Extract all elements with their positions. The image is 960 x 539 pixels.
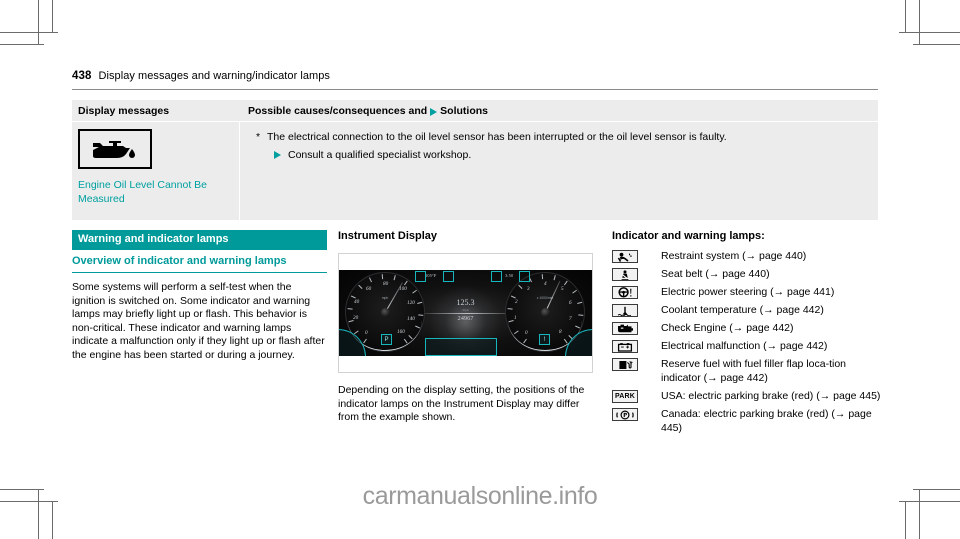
speedo-tick-60: 60 — [366, 286, 372, 292]
table-header-row: Display messages Possible causes/consequ… — [72, 100, 878, 122]
list-item: Check Engine (→ page 442) — [612, 321, 882, 335]
coolant-temperature-icon — [612, 304, 638, 317]
solution-text: Consult a qualified specialist workshop. — [288, 149, 472, 161]
park-brake-canada-icon — [612, 408, 638, 421]
left-column: Warning and indicator lamps Overview of … — [72, 230, 327, 363]
park-brake-usa-label: PARK — [614, 393, 636, 400]
list-item-label: Check Engine (→ page 442) — [661, 322, 794, 334]
crop-mark-top-right — [919, 0, 920, 44]
list-item-label: Electric power steering (→ page 441) — [661, 286, 835, 298]
callout-box-bottom-center — [425, 338, 497, 356]
electrical-malfunction-icon — [612, 340, 638, 353]
speedometer-hub — [380, 307, 390, 317]
cluster-lamp-chip-left: P — [381, 334, 392, 345]
cluster-lamp-chip-left-label: P — [384, 336, 389, 343]
outside-temperature-text: 105°F — [425, 273, 437, 278]
crop-mark-top-right-h — [913, 44, 960, 45]
engine-oil-can-icon — [78, 129, 152, 169]
instrument-cluster-figure: 0 20 40 60 80 100 120 140 160 mph 0 1 2 … — [338, 253, 593, 373]
list-item-label: USA: electric parking brake (red) (→ pag… — [661, 390, 881, 402]
crop-mark-top-left-v2 — [52, 0, 53, 32]
speedo-tick-40: 40 — [354, 299, 360, 305]
list-item-label: Coolant temperature (→ page 442) — [661, 304, 824, 316]
crop-mark-top-left-h2 — [0, 32, 58, 33]
list-item: Reserve fuel with fuel filler flap loca-… — [612, 357, 882, 385]
tacho-tick-6: 6 — [569, 300, 572, 306]
header-divider — [72, 89, 878, 90]
solutions-triangle-icon — [430, 107, 438, 116]
list-item: Electric power steering (→ page 441) — [612, 285, 882, 299]
instrument-display-caption: Depending on the display setting, the po… — [338, 384, 585, 424]
cause-text: The electrical connection to the oil lev… — [267, 131, 727, 143]
list-item-label: Electrical malfunction (→ page 442) — [661, 340, 828, 352]
page-header: 438 Display messages and warning/indicat… — [72, 70, 878, 86]
electric-power-steering-icon — [612, 286, 638, 299]
tachometer-hub — [540, 307, 550, 317]
tacho-tick-3: 3 — [527, 286, 530, 292]
park-brake-usa-icon: PARK — [612, 390, 638, 403]
crop-mark-top-left-h — [0, 44, 44, 45]
section-title-warning-indicator-lamps: Warning and indicator lamps — [72, 230, 327, 250]
solution-line: Consult a qualified specialist workshop. — [274, 148, 870, 162]
page-number: 438 — [72, 70, 92, 82]
list-item: Coolant temperature (→ page 442) — [612, 303, 882, 317]
list-item: Restraint system (→ page 440) — [612, 249, 882, 263]
list-item-label: Restraint system (→ page 440) — [661, 250, 807, 262]
instrument-display-title: Instrument Display — [338, 230, 438, 242]
message-cell: Engine Oil Level Cannot Be Measured — [72, 122, 240, 220]
cluster-lamp-chip-right: ! — [539, 334, 550, 345]
speedometer-unit: mph — [381, 296, 389, 300]
table-row: Engine Oil Level Cannot Be Measured * Th… — [72, 122, 878, 220]
restraint-system-icon — [612, 250, 638, 263]
center-speed-readout: 125.3 — [456, 298, 475, 307]
column-header-display-messages: Display messages — [78, 104, 170, 117]
cause-line: * The electrical connection to the oil l… — [256, 130, 870, 144]
display-messages-table: Display messages Possible causes/consequ… — [72, 100, 878, 220]
callout-box-top-1 — [415, 271, 426, 282]
list-item: Canada: electric parking brake (red) (→ … — [612, 407, 882, 435]
tacho-tick-2: 2 — [515, 299, 518, 305]
column-header-causes-solutions: Possible causes/consequences and Solutio… — [240, 105, 878, 117]
center-speed-unit: mph — [462, 308, 469, 312]
list-item: Electrical malfunction (→ page 442) — [612, 339, 882, 353]
crop-mark-top-right-v2 — [905, 0, 906, 32]
indicator-lamps-title: Indicator and warning lamps: — [612, 230, 765, 242]
odometer-readout: 24967 — [457, 315, 474, 322]
middle-column: Instrument Display 0 20 40 60 80 100 120… — [338, 230, 593, 425]
page-title: Display messages and warning/indicator l… — [98, 70, 330, 82]
tacho-tick-5: 5 — [561, 286, 564, 292]
callout-box-top-4 — [519, 271, 530, 282]
callout-box-top-2 — [443, 271, 454, 282]
watermark: carmanualsonline.info — [362, 482, 598, 510]
causes-solutions-cell: * The electrical connection to the oil l… — [240, 122, 878, 220]
tacho-tick-4: 4 — [544, 281, 547, 287]
list-item-label: Reserve fuel with fuel filler flap loca-… — [661, 358, 847, 384]
reserve-fuel-icon — [612, 358, 638, 371]
callout-box-top-3 — [491, 271, 502, 282]
cluster-lamp-chip-right-label: ! — [543, 336, 546, 343]
cause-bullet: * — [256, 131, 261, 143]
column-header-solutions-text: Solutions — [440, 104, 489, 117]
list-item-label: Canada: electric parking brake (red) (→ … — [661, 408, 872, 434]
crop-mark-top-left — [38, 0, 39, 44]
instrument-cluster-artwork: 0 20 40 60 80 100 120 140 160 mph 0 1 2 … — [339, 270, 592, 356]
crop-mark-top-right-h2 — [899, 32, 960, 33]
seat-belt-icon — [612, 268, 638, 281]
right-column: Indicator and warning lamps: Restraint s… — [612, 230, 882, 439]
overview-body-text: Some systems will perform a self-test wh… — [72, 281, 325, 361]
solution-triangle-icon — [274, 151, 281, 159]
list-item: Seat belt (→ page 440) — [612, 267, 882, 281]
list-item: PARK USA: electric parking brake (red) (… — [612, 389, 882, 403]
column-header-causes-text: Possible causes/consequences and — [248, 104, 428, 117]
check-engine-icon — [612, 322, 638, 335]
speedo-tick-80: 80 — [383, 281, 389, 287]
message-label: Engine Oil Level Cannot Be Measured — [78, 179, 207, 205]
clock-text: 3:50 — [505, 273, 514, 278]
speedo-tick-120: 120 — [407, 300, 415, 306]
subsection-title-overview: Overview of indicator and warning lamps — [72, 250, 327, 273]
list-item-label: Seat belt (→ page 440) — [661, 268, 770, 280]
